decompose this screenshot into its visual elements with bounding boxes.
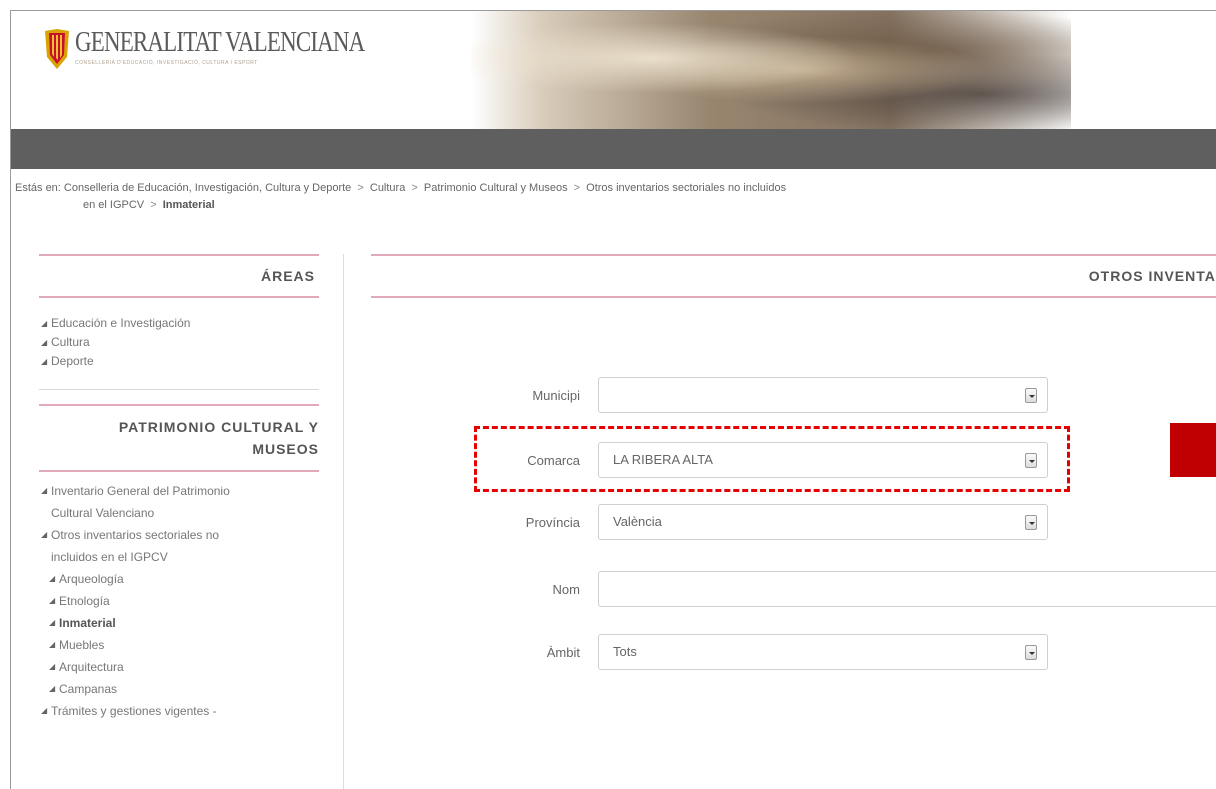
sidebar-item-inventario-general[interactable]: ◢ Inventario General del Patrimonio Cultur…	[41, 480, 319, 524]
bullet-triangle-icon: ◢	[41, 319, 48, 328]
page-title: OTROS INVENTAR	[1088, 268, 1216, 284]
breadcrumb: Estás en: Conselleria de Educación, Inve…	[11, 180, 1171, 214]
chevron-down-icon[interactable]	[1025, 515, 1037, 530]
chevron-down-icon[interactable]	[1025, 645, 1037, 660]
nom-label: Nom	[552, 581, 580, 597]
bullet-triangle-icon: ◢	[49, 618, 56, 627]
breadcrumb-link-conselleria[interactable]: Conselleria de Educación, Investigación,…	[64, 182, 351, 194]
bullet-triangle-icon: ◢	[49, 640, 56, 649]
provincia-row: Província València	[387, 504, 1048, 540]
sidebar-item-arquitectura[interactable]: ◢ Arquitectura	[41, 656, 319, 678]
sidebar-item-etnologia[interactable]: ◢ Etnología	[41, 590, 319, 612]
coat-of-arms-icon	[45, 29, 69, 69]
breadcrumb-link-otros-inventarios[interactable]: Otros inventarios sectoriales no incluid…	[586, 182, 786, 194]
bullet-triangle-icon: ◢	[49, 684, 56, 693]
municipi-row: Municipi	[387, 377, 1048, 413]
breadcrumb-separator: >	[573, 182, 581, 194]
breadcrumb-separator: >	[411, 182, 418, 194]
patrimonio-heading-line-2: MUSEOS	[252, 441, 319, 457]
bullet-triangle-icon: ◢	[49, 662, 56, 671]
generalitat-logo[interactable]: GENERALITAT VALENCIANA CONSELLERIA D'EDU…	[43, 27, 428, 71]
bullet-triangle-icon: ◢	[49, 596, 56, 605]
ambit-label: Àmbit	[546, 644, 580, 660]
bullet-triangle-icon: ◢	[41, 706, 48, 715]
sidebar-item-educacion[interactable]: ◢ Educación e Investigación	[41, 314, 319, 333]
sidebar-item-arqueologia[interactable]: ◢ Arqueología	[41, 568, 319, 590]
chevron-down-icon[interactable]	[1025, 388, 1037, 403]
municipi-select[interactable]	[598, 377, 1048, 413]
sidebar: ÁREAS ◢ Educación e Investigación ◢ Cultur…	[39, 254, 319, 722]
sidebar-item-deporte[interactable]: ◢ Deporte	[41, 352, 319, 371]
ambit-value: Tots	[613, 644, 637, 659]
breadcrumb-prefix: Estás en:	[15, 182, 61, 194]
bullet-triangle-icon: ◢	[41, 530, 48, 539]
breadcrumb-link-igpcv[interactable]: en el IGPCV	[83, 199, 144, 211]
search-button[interactable]	[1170, 423, 1216, 477]
sidebar-item-otros-inventarios[interactable]: ◢ Otros inventarios sectoriales no incluid…	[41, 524, 319, 568]
ambit-row: Àmbit Tots	[387, 634, 1048, 670]
breadcrumb-link-patrimonio[interactable]: Patrimonio Cultural y Museos	[424, 182, 568, 194]
header-banner-photo	[471, 11, 1071, 129]
top-nav-bar	[11, 129, 1216, 169]
sidebar-item-muebles[interactable]: ◢ Muebles	[41, 634, 319, 656]
sidebar-item-tramites[interactable]: ◢ Trámites y gestiones vigentes -	[41, 700, 319, 722]
municipi-label: Municipi	[532, 387, 580, 403]
bullet-triangle-icon: ◢	[41, 357, 48, 366]
nom-input[interactable]	[598, 571, 1216, 607]
nom-row: Nom	[387, 571, 1216, 607]
logo-subtitle: CONSELLERIA D'EDUCACIÓ, INVESTIGACIÓ, CU…	[75, 60, 258, 66]
column-divider	[343, 254, 344, 789]
site-header: GENERALITAT VALENCIANA CONSELLERIA D'EDU…	[11, 11, 1216, 129]
bullet-triangle-icon: ◢	[41, 486, 48, 495]
main-content: OTROS INVENTAR	[371, 254, 1216, 298]
provincia-value: València	[613, 514, 662, 529]
breadcrumb-link-cultura[interactable]: Cultura	[370, 182, 405, 194]
breadcrumb-separator: >	[150, 199, 157, 211]
logo-title: GENERALITAT VALENCIANA	[75, 27, 365, 58]
provincia-select[interactable]: València	[598, 504, 1048, 540]
bullet-triangle-icon: ◢	[49, 574, 56, 583]
areas-list: ◢ Educación e Investigación ◢ Cultura ◢ Dep…	[39, 298, 319, 371]
comarca-highlight-box	[474, 426, 1070, 492]
breadcrumb-current: Inmaterial	[162, 199, 215, 211]
divider	[39, 389, 319, 390]
main-header: OTROS INVENTAR	[371, 254, 1216, 298]
patrimonio-list: ◢ Inventario General del Patrimonio Cultur…	[39, 472, 319, 722]
sidebar-item-inmaterial[interactable]: ◢ Inmaterial	[41, 612, 319, 634]
patrimonio-heading-line-1: PATRIMONIO CULTURAL Y	[118, 419, 319, 435]
sidebar-item-campanas[interactable]: ◢ Campanas	[41, 678, 319, 700]
patrimonio-heading: PATRIMONIO CULTURAL Y MUSEOS	[39, 406, 319, 470]
provincia-label: Província	[525, 514, 580, 530]
ambit-select[interactable]: Tots	[598, 634, 1048, 670]
breadcrumb-separator: >	[357, 182, 364, 194]
bullet-triangle-icon: ◢	[41, 338, 48, 347]
sidebar-item-cultura[interactable]: ◢ Cultura	[41, 333, 319, 352]
areas-heading: ÁREAS	[260, 268, 315, 284]
